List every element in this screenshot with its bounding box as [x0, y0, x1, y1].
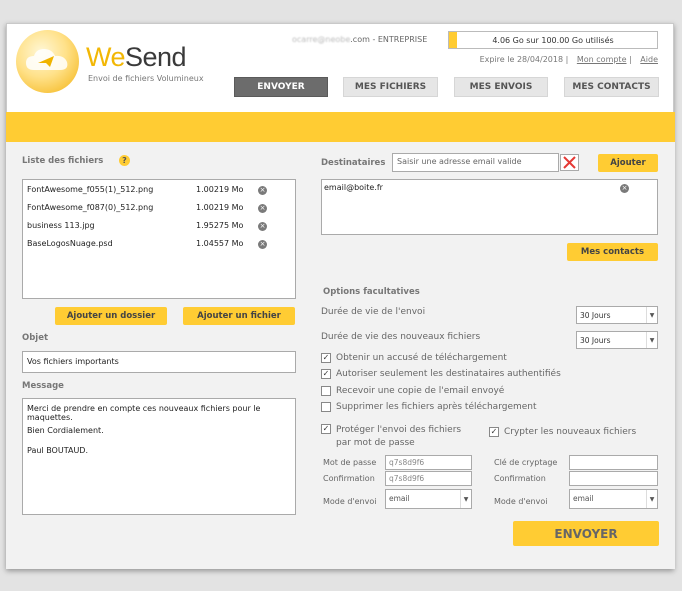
dropdown-arrow-icon: ▼ — [460, 490, 471, 508]
option-encrypt-files[interactable]: ✓ Crypter les nouveaux fichiers — [489, 427, 636, 437]
checkbox-download-receipt[interactable]: ✓ — [321, 353, 331, 363]
dropdown-arrow-icon: ▼ — [646, 307, 657, 323]
remove-recipient-icon[interactable]: × — [620, 184, 629, 193]
nav-my-sends-button[interactable]: MES ENVOIS — [454, 77, 548, 97]
message-textarea[interactable]: Merci de prendre en compte ces nouveaux … — [22, 398, 296, 515]
option-label: Crypter les nouveaux fichiers — [504, 427, 637, 437]
option-label: Recevoir une copie de l'email envoyé — [336, 386, 505, 396]
recipient-email-input[interactable]: Saisir une adresse email valide — [392, 153, 559, 172]
nav-my-files-button[interactable]: MES FICHIERS — [343, 77, 438, 97]
checkbox-authenticated-only[interactable]: ✓ — [321, 369, 331, 379]
option-authenticated-only[interactable]: ✓ Autoriser seulement les destinataires … — [321, 369, 561, 379]
remove-file-icon[interactable]: × — [258, 240, 267, 249]
account-links: Expire le 28/04/2018 | Mon compte | Aide — [479, 55, 658, 64]
option-label: Obtenir un accusé de téléchargement — [336, 353, 507, 363]
crypt-send-mode-label: Mode d'envoi — [494, 497, 548, 506]
crypt-key-input[interactable] — [569, 455, 658, 470]
checkbox-copy-email[interactable] — [321, 386, 331, 396]
options-heading: Options facultatives — [323, 287, 420, 297]
crypt-send-mode-value: email — [573, 494, 594, 503]
file-list: FontAwesome_f055(1)_512.png 1.00219 Mo ×… — [22, 179, 296, 299]
dropdown-arrow-icon: ▼ — [646, 332, 657, 348]
option-password-protect[interactable]: ✓ Protéger l'envoi des fichiers par mot d… — [321, 424, 461, 450]
checkbox-delete-after-download[interactable] — [321, 402, 331, 412]
submit-send-button[interactable]: ENVOYER — [513, 521, 659, 546]
recipients-heading: Destinataires — [321, 158, 386, 168]
send-lifetime-value: 30 Jours — [580, 311, 611, 320]
checkbox-encrypt-files[interactable]: ✓ — [489, 427, 499, 437]
option-label: Protéger l'envoi des fichiers par mot de … — [336, 425, 462, 448]
file-size: 1.00219 Mo — [196, 203, 244, 212]
send-lifetime-select[interactable]: 30 Jours ▼ — [576, 306, 658, 324]
add-file-button[interactable]: Ajouter un fichier — [183, 307, 295, 325]
subject-heading: Objet — [22, 333, 49, 343]
option-copy-email[interactable]: Recevoir une copie de l'email envoyé — [321, 386, 504, 396]
file-row: business 113.jpg 1.95275 Mo × — [23, 218, 295, 236]
file-size: 1.95275 Mo — [196, 221, 244, 230]
option-delete-after-download[interactable]: Supprimer les fichiers après téléchargem… — [321, 402, 537, 412]
file-name: business 113.jpg — [27, 221, 95, 230]
add-folder-button[interactable]: Ajouter un dossier — [55, 307, 167, 325]
option-label: Supprimer les fichiers après téléchargem… — [336, 402, 537, 412]
option-download-receipt[interactable]: ✓ Obtenir un accusé de téléchargement — [321, 353, 507, 363]
subject-input[interactable]: Vos fichiers importants — [22, 351, 296, 373]
quota-bar: 4.06 Go sur 100.00 Go utilisés — [448, 31, 658, 49]
dropdown-arrow-icon: ▼ — [646, 490, 657, 508]
quota-text: 4.06 Go sur 100.00 Go utilisés — [492, 35, 614, 45]
message-line: Paul BOUTAUD. — [27, 446, 88, 455]
brand-tagline: Envoi de fichiers Volumineux — [88, 74, 204, 83]
clear-x-icon — [563, 156, 576, 169]
option-label: Autoriser seulement les destinataires au… — [336, 369, 561, 379]
remove-file-icon[interactable]: × — [258, 222, 267, 231]
send-mode-label: Mode d'envoi — [323, 497, 377, 506]
message-line: Merci de prendre en compte ces nouveaux … — [27, 404, 261, 422]
file-size: 1.00219 Mo — [196, 185, 244, 194]
files-heading: Liste des fichiers — [22, 156, 104, 166]
header-band — [6, 112, 675, 142]
files-lifetime-select[interactable]: 30 Jours ▼ — [576, 331, 658, 349]
send-mode-select[interactable]: email ▼ — [385, 489, 472, 509]
file-row: FontAwesome_f055(1)_512.png 1.00219 Mo × — [23, 182, 295, 200]
recipients-list: email@boite.fr × — [321, 179, 658, 235]
send-mode-value: email — [389, 494, 410, 503]
add-recipient-button[interactable]: Ajouter — [598, 154, 658, 172]
files-lifetime-value: 30 Jours — [580, 336, 611, 345]
file-row: FontAwesome_f087(0)_512.png 1.00219 Mo × — [23, 200, 295, 218]
help-icon[interactable]: ? — [119, 155, 130, 166]
file-size: 1.04557 Mo — [196, 239, 244, 248]
crypt-key-label: Clé de cryptage — [494, 458, 558, 467]
message-line: Bien Cordialement. — [27, 426, 104, 435]
nav-my-contacts-button[interactable]: MES CONTACTS — [564, 77, 659, 97]
my-account-link[interactable]: Mon compte — [577, 55, 627, 64]
my-contacts-button[interactable]: Mes contacts — [567, 243, 658, 261]
recipient-email: email@boite.fr — [324, 183, 383, 192]
checkbox-password-protect[interactable]: ✓ — [321, 424, 331, 434]
crypt-confirm-label: Confirmation — [494, 474, 546, 483]
file-name: FontAwesome_f087(0)_512.png — [27, 203, 154, 212]
confirm-password-label: Confirmation — [323, 474, 375, 483]
password-label: Mot de passe — [323, 458, 377, 467]
message-heading: Message — [22, 381, 64, 391]
file-name: FontAwesome_f055(1)_512.png — [27, 185, 154, 194]
crypt-send-mode-select[interactable]: email ▼ — [569, 489, 658, 509]
expire-text: Expire le 28/04/2018 — [479, 55, 564, 64]
nav-send-button[interactable]: ENVOYER — [234, 77, 328, 97]
brand-name: WeSend — [86, 42, 187, 72]
password-input[interactable]: q7s8d9f6 — [385, 455, 472, 470]
account-email: ocarre@neobe.com - ENTREPRISE — [292, 35, 428, 44]
send-lifetime-label: Durée de vie de l'envoi — [321, 307, 426, 317]
file-row: BaseLogosNuage.psd 1.04557 Mo × — [23, 236, 295, 254]
help-link[interactable]: Aide — [640, 55, 658, 64]
confirm-password-input[interactable]: q7s8d9f6 — [385, 471, 472, 486]
remove-file-icon[interactable]: × — [258, 186, 267, 195]
clear-input-button[interactable] — [560, 154, 579, 171]
remove-file-icon[interactable]: × — [258, 204, 267, 213]
crypt-confirm-input[interactable] — [569, 471, 658, 486]
files-lifetime-label: Durée de vie des nouveaux fichiers — [321, 332, 481, 342]
cloud-logo-icon — [26, 49, 68, 70]
file-name: BaseLogosNuage.psd — [27, 239, 113, 248]
quota-fill — [449, 32, 458, 48]
